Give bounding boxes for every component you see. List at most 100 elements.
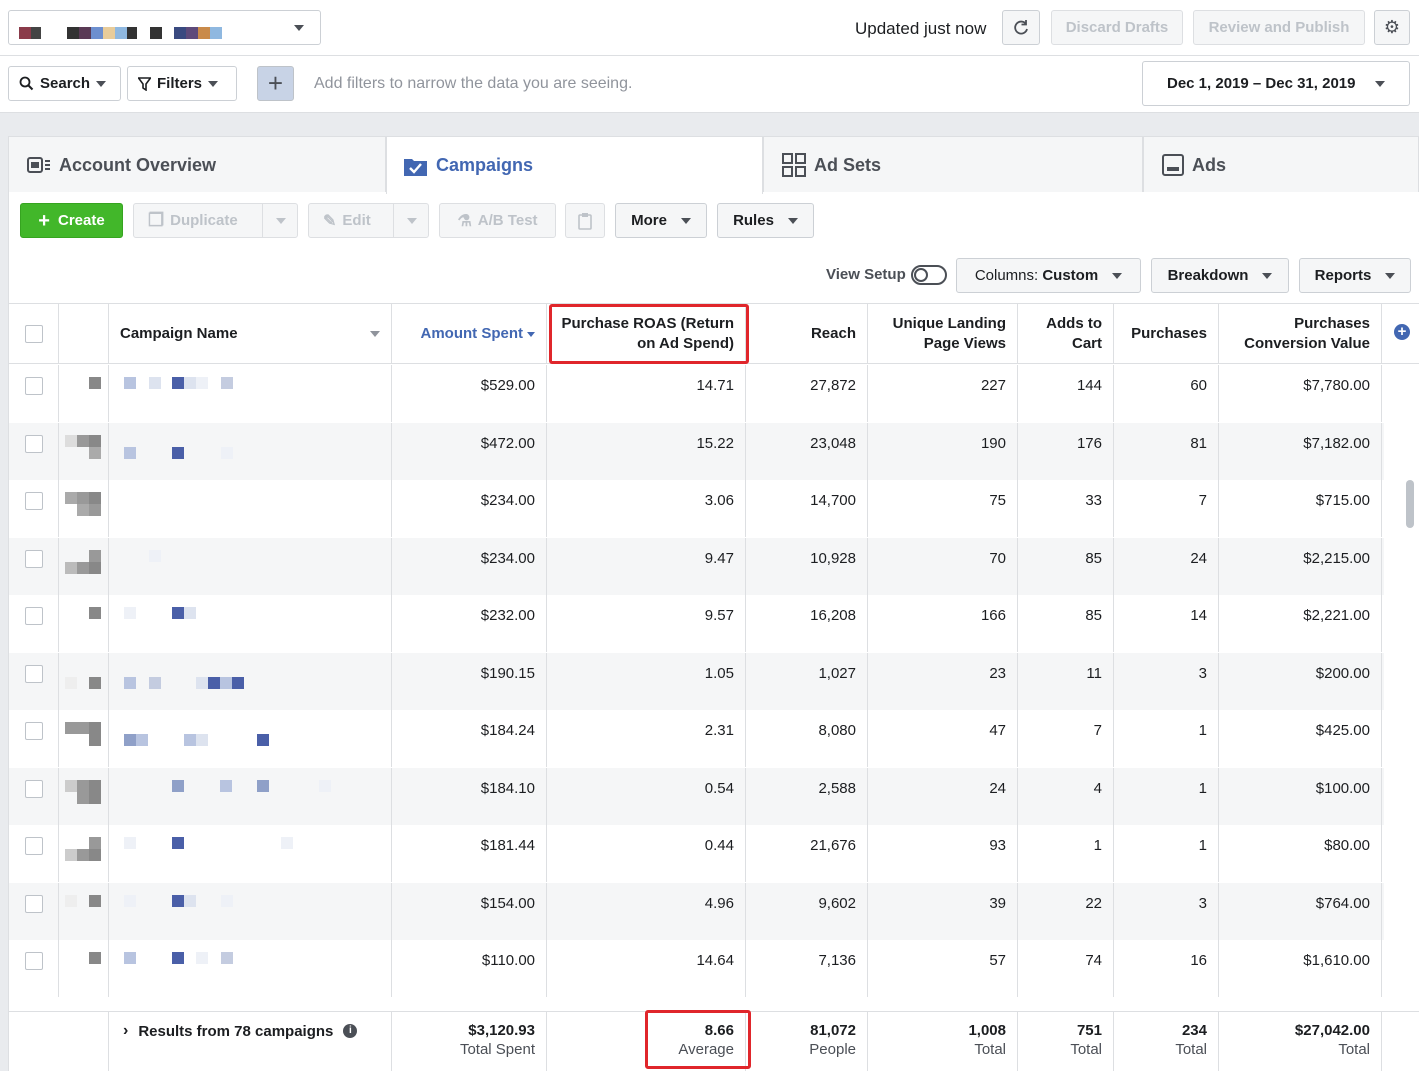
table-row[interactable]: $472.00 15.22 23,048 190 176 81 $7,182.00 bbox=[9, 422, 1384, 480]
row-checkbox[interactable] bbox=[25, 722, 43, 740]
table-row[interactable]: $154.00 4.96 9,602 39 22 3 $764.00 bbox=[9, 882, 1384, 940]
review-publish-button[interactable]: Review and Publish bbox=[1193, 10, 1365, 45]
cell-reach: 16,208 bbox=[746, 595, 868, 652]
column-divider bbox=[58, 825, 59, 882]
row-checkbox[interactable] bbox=[25, 952, 43, 970]
redacted-campaign-name bbox=[65, 779, 77, 792]
date-range-picker[interactable]: Dec 1, 2019 – Dec 31, 2019 bbox=[1142, 61, 1410, 106]
add-filter-button[interactable]: + bbox=[257, 66, 294, 101]
column-divider bbox=[58, 480, 59, 537]
account-selector[interactable] bbox=[8, 10, 321, 45]
grid-icon bbox=[782, 153, 806, 177]
cell-pcv: $7,182.00 bbox=[1219, 422, 1382, 480]
header-purchases-conversion-value[interactable]: Purchases Conversion Value bbox=[1219, 304, 1382, 364]
redacted-campaign-name bbox=[89, 492, 101, 504]
add-column-button[interactable]: + bbox=[1394, 324, 1410, 340]
cell-purchases: 1 bbox=[1114, 710, 1219, 767]
chevron-down-icon bbox=[1262, 272, 1273, 279]
column-divider bbox=[108, 710, 109, 767]
header-adds-to-cart[interactable]: Adds to Cart bbox=[1018, 304, 1114, 364]
duplicate-button[interactable]: ❐ Duplicate bbox=[133, 203, 298, 238]
row-checkbox[interactable] bbox=[25, 377, 43, 395]
redacted-campaign-name bbox=[220, 676, 232, 689]
header-reach[interactable]: Reach bbox=[746, 304, 868, 364]
tab-ads[interactable]: Ads bbox=[1143, 136, 1419, 193]
search-button[interactable]: Search bbox=[8, 66, 121, 101]
edit-button[interactable]: ✎ Edit bbox=[308, 203, 429, 238]
filter-hint: Add filters to narrow the data you are s… bbox=[314, 75, 633, 92]
redacted-campaign-name bbox=[149, 676, 161, 689]
column-divider bbox=[108, 537, 109, 595]
reports-button[interactable]: Reports bbox=[1299, 258, 1411, 293]
table-row[interactable]: $184.10 0.54 2,588 24 4 1 $100.00 bbox=[9, 767, 1384, 825]
create-button[interactable]: + Create bbox=[20, 203, 123, 238]
header-campaign-name[interactable]: Campaign Name bbox=[109, 304, 392, 364]
ab-test-button[interactable]: ⚗ A/B Test bbox=[439, 203, 556, 238]
clipboard-button[interactable] bbox=[565, 203, 605, 238]
table-scrollbar[interactable] bbox=[1406, 480, 1414, 528]
cell-roas: 4.96 bbox=[547, 882, 746, 940]
view-setup-toggle[interactable] bbox=[911, 265, 947, 285]
row-checkbox[interactable] bbox=[25, 664, 43, 683]
cell-ulpv: 70 bbox=[868, 537, 1018, 595]
row-checkbox[interactable] bbox=[25, 492, 43, 510]
funnel-icon bbox=[138, 76, 151, 91]
tab-label: Ad Sets bbox=[814, 154, 882, 175]
tab-account-overview[interactable]: Account Overview bbox=[8, 136, 386, 193]
settings-button[interactable]: ⚙ bbox=[1374, 10, 1410, 45]
breakdown-button[interactable]: Breakdown bbox=[1151, 258, 1289, 293]
refresh-button[interactable] bbox=[1002, 10, 1040, 45]
row-checkbox[interactable] bbox=[25, 779, 43, 798]
column-divider bbox=[58, 595, 59, 652]
header-purchase-roas[interactable]: Purchase ROAS (Return on Ad Spend) bbox=[547, 304, 746, 364]
header-amount-spent[interactable]: Amount Spent bbox=[392, 304, 547, 364]
header-purchases[interactable]: Purchases bbox=[1114, 304, 1219, 364]
header-label-line: Page Views bbox=[923, 335, 1006, 352]
select-all-checkbox[interactable] bbox=[24, 325, 43, 343]
table-row[interactable]: $110.00 14.64 7,136 57 74 16 $1,610.00 bbox=[9, 940, 1384, 997]
column-divider bbox=[58, 652, 59, 710]
redacted-campaign-name bbox=[89, 607, 101, 619]
chevron-down-icon bbox=[787, 217, 798, 224]
cell-pcv: $764.00 bbox=[1219, 882, 1382, 940]
columns-label: Columns: Custom bbox=[975, 267, 1098, 284]
rules-button[interactable]: Rules bbox=[717, 203, 814, 238]
column-divider bbox=[108, 422, 109, 480]
table-row[interactable]: $232.00 9.57 16,208 166 85 14 $2,221.00 bbox=[9, 595, 1384, 652]
gear-icon: ⚙ bbox=[1383, 17, 1401, 37]
table-row[interactable]: $529.00 14.71 27,872 227 144 60 $7,780.00 bbox=[9, 365, 1384, 422]
row-checkbox[interactable] bbox=[25, 837, 43, 855]
cell-roas: 1.05 bbox=[547, 652, 746, 710]
more-button[interactable]: More bbox=[615, 203, 707, 238]
tab-ad-sets[interactable]: Ad Sets bbox=[763, 136, 1143, 193]
cell-pcv: $2,221.00 bbox=[1219, 595, 1382, 652]
cell-atc: 85 bbox=[1018, 595, 1114, 652]
row-checkbox[interactable] bbox=[25, 549, 43, 568]
cell-pcv: $7,780.00 bbox=[1219, 365, 1382, 422]
header-unique-landing-page-views[interactable]: Unique Landing Page Views bbox=[868, 304, 1018, 364]
table-row[interactable]: $190.15 1.05 1,027 23 11 3 $200.00 bbox=[9, 652, 1384, 710]
filters-button[interactable]: Filters bbox=[127, 66, 237, 101]
row-checkbox[interactable] bbox=[25, 607, 43, 625]
discard-drafts-button[interactable]: Discard Drafts bbox=[1051, 10, 1183, 45]
footer-spacer bbox=[9, 1012, 109, 1071]
column-divider bbox=[108, 595, 109, 652]
cell-atc: 74 bbox=[1018, 940, 1114, 997]
row-checkbox[interactable] bbox=[25, 434, 43, 453]
cell-reach: 2,588 bbox=[746, 767, 868, 825]
columns-button[interactable]: Columns: Custom bbox=[956, 258, 1141, 293]
redacted-campaign-name bbox=[196, 734, 208, 746]
redacted-campaign-name bbox=[65, 722, 77, 734]
results-summary[interactable]: › Results from 78 campaigns i bbox=[123, 1022, 380, 1040]
cell-ulpv: 24 bbox=[868, 767, 1018, 825]
table-row[interactable]: $234.00 3.06 14,700 75 33 7 $715.00 bbox=[9, 480, 1384, 537]
row-checkbox[interactable] bbox=[25, 894, 43, 913]
chevron-down-icon bbox=[680, 217, 691, 224]
table-row[interactable]: $184.24 2.31 8,080 47 7 1 $425.00 bbox=[9, 710, 1384, 767]
tab-campaigns[interactable]: Campaigns bbox=[386, 136, 763, 194]
table-row[interactable]: $234.00 9.47 10,928 70 85 24 $2,215.00 bbox=[9, 537, 1384, 595]
footer-value: 8.66 bbox=[704, 1022, 734, 1039]
table-row[interactable]: $181.44 0.44 21,676 93 1 1 $80.00 bbox=[9, 825, 1384, 882]
redacted-campaign-name bbox=[77, 504, 89, 516]
redacted-campaign-name bbox=[89, 779, 101, 792]
